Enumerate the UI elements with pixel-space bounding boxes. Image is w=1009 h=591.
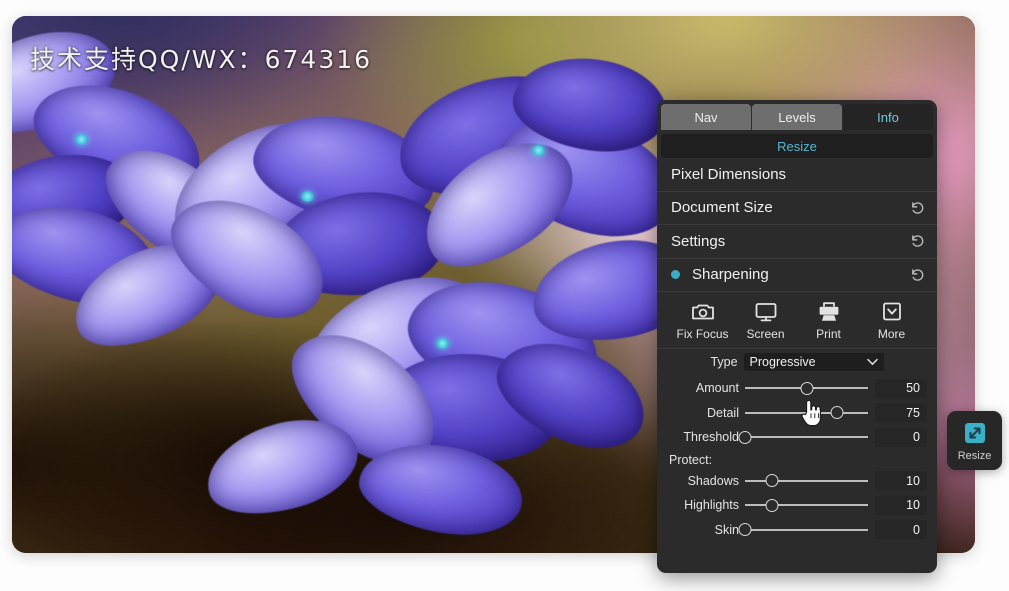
preset-label: Screen <box>746 327 784 341</box>
floating-resize-button[interactable]: Resize <box>947 411 1002 470</box>
slider-value-detail[interactable]: 75 <box>875 403 927 422</box>
slider-row-threshold: Threshold 0 <box>667 425 927 450</box>
slider-thumb-shadows[interactable] <box>766 474 779 487</box>
section-sharpening[interactable]: Sharpening <box>657 259 937 293</box>
sharpening-preset-row: Fix Focus Screen Print <box>657 292 937 349</box>
slider-track-shadows[interactable] <box>745 473 868 489</box>
slider-row-skin: Skin 0 <box>667 518 927 543</box>
preset-screen[interactable]: Screen <box>734 301 797 341</box>
slider-track-skin[interactable] <box>745 522 868 538</box>
chevron-down-icon <box>867 358 878 366</box>
slider-label: Highlights <box>667 498 745 512</box>
slider-bar <box>745 504 868 506</box>
type-value: Progressive <box>750 355 816 369</box>
protect-label: Protect: <box>667 450 927 469</box>
preset-label: More <box>878 327 905 341</box>
resize-arrows-icon <box>962 420 988 446</box>
panel-subheader-resize[interactable]: Resize <box>661 134 933 158</box>
section-label: Pixel Dimensions <box>671 166 786 183</box>
panel-tab-bar: Nav Levels Info <box>657 100 937 130</box>
section-settings[interactable]: Settings <box>657 225 937 259</box>
section-label: Settings <box>671 233 725 250</box>
slider-bar <box>745 412 868 414</box>
slider-bar <box>745 529 868 531</box>
slider-value-threshold[interactable]: 0 <box>875 428 927 447</box>
slider-track-threshold[interactable] <box>745 429 868 445</box>
preset-label: Fix Focus <box>676 327 728 341</box>
slider-value-skin[interactable]: 0 <box>875 520 927 539</box>
monitor-icon <box>754 301 778 323</box>
preset-print[interactable]: Print <box>797 301 860 341</box>
slider-thumb-detail[interactable] <box>831 406 844 419</box>
slider-thumb-threshold[interactable] <box>739 431 752 444</box>
slider-row-highlights: Highlights 10 <box>667 493 927 518</box>
slider-row-detail: Detail 75 <box>667 401 927 426</box>
slider-thumb-skin[interactable] <box>739 523 752 536</box>
preset-more[interactable]: More <box>860 301 923 341</box>
printer-icon <box>817 301 841 323</box>
section-pixel-dimensions[interactable]: Pixel Dimensions <box>657 158 937 192</box>
preset-label: Print <box>816 327 841 341</box>
chevron-down-box-icon <box>880 301 904 323</box>
slider-thumb-highlights[interactable] <box>766 499 779 512</box>
slider-label: Shadows <box>667 474 745 488</box>
slider-row-amount: Amount 50 <box>667 376 927 401</box>
sharpening-sliders: Amount 50 Detail 75 Threshold <box>657 374 937 542</box>
slider-label: Skin <box>667 523 745 537</box>
slider-thumb-amount[interactable] <box>800 382 813 395</box>
slider-bar <box>745 436 868 438</box>
preset-fix-focus[interactable]: Fix Focus <box>671 301 734 341</box>
active-indicator-dot <box>671 270 680 279</box>
tab-nav[interactable]: Nav <box>661 104 751 130</box>
app-stage: 技术支持QQ/WX：674316 Nav Levels Info Resize … <box>0 0 1009 591</box>
watermark-text: 技术支持QQ/WX：674316 <box>30 40 372 76</box>
slider-value-highlights[interactable]: 10 <box>875 496 927 515</box>
section-document-size[interactable]: Document Size <box>657 192 937 226</box>
camera-icon <box>691 301 715 323</box>
revert-icon[interactable] <box>910 267 925 282</box>
slider-label: Amount <box>667 381 745 395</box>
slider-bar <box>745 480 868 482</box>
type-label: Type <box>710 355 737 369</box>
section-label: Sharpening <box>692 266 769 283</box>
resize-tool-panel: Nav Levels Info Resize Pixel Dimensions … <box>657 100 937 573</box>
slider-label: Threshold <box>667 430 745 444</box>
revert-icon[interactable] <box>910 200 925 215</box>
slider-label: Detail <box>667 406 745 420</box>
slider-track-amount[interactable] <box>745 380 868 396</box>
type-select[interactable]: Progressive <box>744 353 884 371</box>
tab-info[interactable]: Info <box>843 104 933 130</box>
slider-track-highlights[interactable] <box>745 497 868 513</box>
sharpening-type-row: Type Progressive <box>657 349 937 374</box>
slider-track-detail[interactable] <box>745 405 868 421</box>
slider-value-amount[interactable]: 50 <box>875 379 927 398</box>
slider-row-shadows: Shadows 10 <box>667 469 927 494</box>
tab-levels[interactable]: Levels <box>752 104 842 130</box>
slider-value-shadows[interactable]: 10 <box>875 471 927 490</box>
floating-resize-label: Resize <box>958 450 992 462</box>
section-label: Document Size <box>671 199 773 216</box>
revert-icon[interactable] <box>910 234 925 249</box>
